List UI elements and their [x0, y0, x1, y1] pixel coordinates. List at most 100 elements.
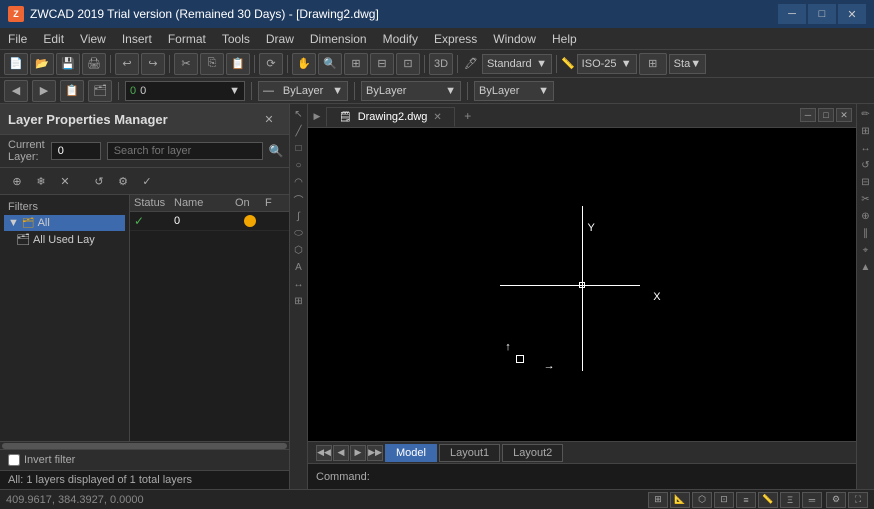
ellipse-tool[interactable]: ⬭ — [291, 225, 307, 241]
3d-btn[interactable]: 3D — [429, 53, 453, 75]
menu-file[interactable]: File — [0, 28, 35, 49]
spline-tool[interactable]: ∫ — [291, 208, 307, 224]
redo-btn[interactable]: ↪ — [141, 53, 165, 75]
cut-btn[interactable]: ✂ — [174, 53, 198, 75]
lineweight-btn[interactable]: ═ — [802, 492, 822, 508]
block-tool[interactable]: ⊞ — [291, 293, 307, 309]
new-layer-btn[interactable]: ⊕ — [6, 171, 28, 191]
arc-tool[interactable]: ◠ — [291, 174, 307, 190]
delete-layer-btn[interactable]: ✕ — [54, 171, 76, 191]
layer-state-btn[interactable]: 📋 — [60, 80, 84, 102]
layer-prev-btn[interactable]: ◀ — [4, 80, 28, 102]
save-btn[interactable]: 💾 — [56, 53, 80, 75]
zoom-win-btn[interactable]: ⊞ — [344, 53, 368, 75]
right-tool-9[interactable]: ⌖ — [858, 242, 874, 258]
zoom-prev-btn[interactable]: ⊟ — [370, 53, 394, 75]
canvas-min-btn[interactable]: ─ — [800, 108, 816, 122]
menu-tools[interactable]: Tools — [214, 28, 258, 49]
tab-nav-prev[interactable]: ◀ — [333, 445, 349, 461]
maximize-button[interactable]: □ — [808, 4, 836, 24]
menu-insert[interactable]: Insert — [114, 28, 160, 49]
model-tab[interactable]: Model — [385, 444, 437, 462]
otrack-btn[interactable]: ≡ — [736, 492, 756, 508]
settings-cog-btn[interactable]: ⚙ — [826, 492, 846, 508]
command-input[interactable] — [378, 471, 848, 483]
text-tool[interactable]: A — [291, 259, 307, 275]
dim-tool[interactable]: ↔ — [291, 276, 307, 292]
filter-used-item[interactable]: 🗂 All Used Lay — [4, 231, 125, 248]
filter-all-item[interactable]: ▼ 🗂 All — [4, 215, 125, 231]
right-tool-6[interactable]: ✂ — [858, 191, 874, 207]
style-dropdown[interactable]: Standard▼ — [482, 54, 552, 74]
override-btn[interactable]: ⊞ — [639, 53, 667, 75]
settings-btn[interactable]: ⚙ — [112, 171, 134, 191]
hatch-tool[interactable]: ⬡ — [291, 242, 307, 258]
close-window-button[interactable]: ✕ — [838, 4, 866, 24]
osnap-btn[interactable]: ⊡ — [714, 492, 734, 508]
tab-drawing2[interactable]: 🗒 Drawing2.dwg ✕ — [326, 107, 455, 127]
layout1-tab[interactable]: Layout1 — [439, 444, 500, 462]
bylayer-lw-dropdown[interactable]: ByLayer▼ — [474, 81, 554, 101]
tab-nav-first[interactable]: ◀◀ — [316, 445, 332, 461]
layer-row-0[interactable]: ✓ 0 — [130, 212, 289, 231]
new-tab-icon[interactable]: + — [464, 109, 471, 123]
new-btn[interactable]: 📄 — [4, 53, 28, 75]
tab-close-icon[interactable]: ✕ — [433, 112, 441, 123]
undo-btn[interactable]: ↩ — [115, 53, 139, 75]
select-tool[interactable]: ↖ — [291, 106, 307, 122]
tab-nav-next[interactable]: ▶ — [350, 445, 366, 461]
rect-tool[interactable]: □ — [291, 140, 307, 156]
polar-btn[interactable]: ⬡ — [692, 492, 712, 508]
dyn-btn[interactable]: Ξ — [780, 492, 800, 508]
pan-btn[interactable]: ✋ — [292, 53, 316, 75]
right-tool-7[interactable]: ⊕ — [858, 208, 874, 224]
line-tool[interactable]: ╱ — [291, 123, 307, 139]
open-btn[interactable]: 📂 — [30, 53, 54, 75]
menu-draw[interactable]: Draw — [258, 28, 302, 49]
right-tool-8[interactable]: ∥ — [858, 225, 874, 241]
snap-btn[interactable]: ⊞ — [648, 492, 668, 508]
layer-mgr-btn[interactable]: 🗂 — [88, 80, 112, 102]
layer-select-dropdown[interactable]: 0 0 ▼ — [125, 81, 245, 101]
refresh-btn[interactable]: ↺ — [88, 171, 110, 191]
menu-dimension[interactable]: Dimension — [302, 28, 375, 49]
match-prop-btn[interactable]: ⟳ — [259, 53, 283, 75]
right-tool-5[interactable]: ⊟ — [858, 174, 874, 190]
circle-tool[interactable]: ○ — [291, 157, 307, 173]
right-tool-1[interactable]: ✏ — [858, 106, 874, 122]
drawing-canvas[interactable]: Y X ↑ → — [308, 128, 856, 441]
extra-dropdown[interactable]: Sta▼ — [669, 54, 706, 74]
layer-next-btn[interactable]: ▶ — [32, 80, 56, 102]
layout2-tab[interactable]: Layout2 — [502, 444, 563, 462]
menu-view[interactable]: View — [72, 28, 114, 49]
apply-btn[interactable]: ✓ — [136, 171, 158, 191]
fullscreen-btn[interactable]: ⛶ — [848, 492, 868, 508]
invert-filter-checkbox[interactable] — [8, 454, 20, 466]
panel-hscroll[interactable] — [0, 441, 289, 449]
new-freeze-layer-btn[interactable]: ❄ — [30, 171, 52, 191]
menu-modify[interactable]: Modify — [375, 28, 426, 49]
bylayer-line-dropdown[interactable]: ByLayer▼ — [361, 81, 461, 101]
bylayer-color-dropdown[interactable]: — ByLayer▼ — [258, 81, 348, 101]
canvas-close-btn[interactable]: ✕ — [836, 108, 852, 122]
print-btn[interactable]: 🖨 — [82, 53, 106, 75]
right-tool-3[interactable]: ↔ — [858, 140, 874, 156]
menu-express[interactable]: Express — [426, 28, 485, 49]
polyline-tool[interactable]: ⌒ — [291, 191, 307, 207]
zoom-btn[interactable]: 🔍 — [318, 53, 342, 75]
ortho-btn[interactable]: 📐 — [670, 492, 690, 508]
dimstyle-dropdown[interactable]: ISO-25▼ — [577, 54, 637, 74]
search-layer-input[interactable] — [107, 142, 263, 160]
right-tool-4[interactable]: ↺ — [858, 157, 874, 173]
menu-help[interactable]: Help — [544, 28, 585, 49]
tab-nav-last[interactable]: ▶▶ — [367, 445, 383, 461]
ducs-btn[interactable]: 📏 — [758, 492, 778, 508]
minimize-button[interactable]: ─ — [778, 4, 806, 24]
menu-window[interactable]: Window — [485, 28, 544, 49]
right-tool-2[interactable]: ⊞ — [858, 123, 874, 139]
copy-btn[interactable]: ⎘ — [200, 53, 224, 75]
zoom-all-btn[interactable]: ⊡ — [396, 53, 420, 75]
right-tool-10[interactable]: ▲ — [858, 259, 874, 275]
paste-btn[interactable]: 📋 — [226, 53, 250, 75]
panel-close-button[interactable]: ✕ — [257, 108, 281, 130]
